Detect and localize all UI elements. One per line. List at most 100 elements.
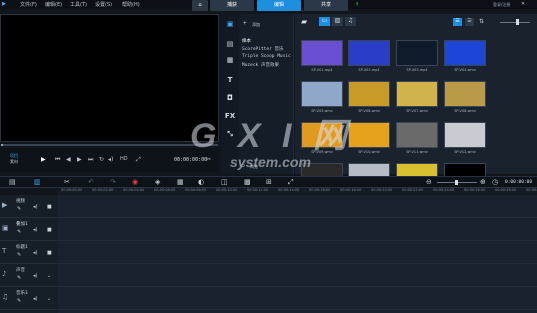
ruler-tick-label: 00:00:28:00 (495, 188, 517, 192)
thumbnail-view-icon[interactable]: ☰ (453, 18, 462, 26)
skip-end-icon[interactable]: ⏭ (88, 156, 93, 164)
pen-icon[interactable]: ✎ (17, 252, 21, 258)
close-icon[interactable]: ✕ (521, 1, 525, 7)
step-back-icon[interactable]: ◀ (66, 156, 71, 163)
undo-icon[interactable]: ↶ (88, 178, 94, 186)
sort-icon[interactable]: ⇅ (479, 18, 484, 25)
step-forward-icon[interactable]: ▶ (77, 156, 82, 163)
mute-icon[interactable]: ◂) (33, 273, 37, 279)
play-icon[interactable]: ▶ (41, 156, 46, 163)
menu-file[interactable]: 文件(F) (20, 1, 37, 8)
thumbnail-label: SP-V08.wmv (454, 109, 476, 113)
title-track-icon: T (2, 247, 7, 255)
media-thumbnail[interactable] (396, 122, 438, 148)
transition-icon[interactable]: ▦ (223, 56, 237, 66)
lock-icon[interactable]: ■ (47, 250, 52, 256)
timeline-duration: 0:00:00:00 (505, 180, 533, 185)
ruler-tick-label: 00:00:30:00 (526, 188, 537, 192)
tab-edit[interactable]: 编辑 (257, 0, 301, 11)
pen-icon[interactable]: ✎ (17, 275, 21, 281)
slider-handle[interactable] (516, 19, 519, 25)
sound-mixer-icon[interactable]: ◈ (155, 178, 160, 186)
preview-scrubber[interactable] (1, 144, 218, 146)
show-audio-icon[interactable]: ♫ (345, 17, 356, 26)
menu-help[interactable]: 帮助(H) (122, 1, 140, 8)
folder-item-triple-scoop[interactable]: Triple Scoop Music (242, 54, 291, 59)
media-thumbnail[interactable] (444, 40, 486, 66)
zoom-out-icon[interactable]: ⊖ (426, 178, 432, 186)
add-folder-label[interactable]: 添加 (252, 22, 260, 28)
pen-icon[interactable]: ✎ (17, 298, 21, 304)
speed-icon[interactable]: ⊞ (266, 178, 272, 186)
menu-edit[interactable]: 编辑(E) (45, 1, 62, 8)
menu-settings[interactable]: 设置(S) (95, 1, 112, 8)
ruler-tick-label: 00:00:12:00 (247, 188, 269, 192)
fit-project-icon[interactable]: ⤢ (288, 178, 294, 187)
hd-toggle[interactable]: HD (120, 156, 128, 162)
chevron-down-icon[interactable]: ⌄ (47, 273, 51, 279)
media-thumbnail[interactable] (348, 81, 390, 107)
account-status[interactable]: 登录/注册 (493, 2, 510, 8)
pen-icon[interactable]: ✎ (17, 206, 21, 212)
mute-icon[interactable]: ◂) (33, 296, 37, 302)
media-thumbnail[interactable] (301, 40, 343, 66)
thumbnail-size-slider[interactable] (500, 22, 530, 23)
subtitle-editor-icon[interactable]: ◫ (221, 178, 228, 186)
volume-icon[interactable]: ◂) (108, 156, 113, 163)
tab-share[interactable]: 共享 (304, 0, 348, 11)
track-row (0, 218, 537, 241)
instant-project-icon[interactable]: ▤ (223, 40, 237, 50)
pen-icon[interactable]: ✎ (17, 229, 21, 235)
media-thumbnail[interactable] (301, 81, 343, 107)
add-folder-icon[interactable]: + (243, 20, 247, 27)
clip-mode-label[interactable]: 素材 (10, 159, 18, 165)
show-videos-icon[interactable]: ▭ (319, 17, 330, 26)
redo-icon[interactable]: ↷ (110, 178, 116, 186)
mute-icon[interactable]: ◂) (33, 250, 37, 256)
folder-item-samples[interactable]: 样本 (242, 38, 251, 44)
mute-icon[interactable]: ◂) (33, 204, 37, 210)
thumbnail-label: SP-V11.wmv (406, 150, 428, 154)
lock-icon[interactable]: ■ (47, 227, 52, 233)
title-icon[interactable]: T (223, 76, 237, 86)
enlarge-icon[interactable]: ⤢ (136, 156, 141, 164)
app-logo-icon: ▶ (2, 1, 6, 7)
import-folder-icon[interactable]: ▰ (301, 17, 307, 26)
multi-camera-icon[interactable]: ▩ (244, 178, 251, 186)
media-thumbnail[interactable] (444, 122, 486, 148)
media-thumbnail[interactable] (396, 81, 438, 107)
scrubber-handle[interactable] (1, 144, 3, 146)
tab-capture[interactable]: 捕获 (210, 0, 254, 11)
mute-icon[interactable]: ◂) (33, 227, 37, 233)
upload-arrow-icon[interactable]: ↑ (352, 0, 362, 11)
storyboard-view-icon[interactable]: ▤ (9, 178, 16, 186)
timeline-view-icon[interactable]: ▥ (34, 178, 41, 186)
ruler-tick-label: 00:00:04:00 (123, 188, 145, 192)
graphics-icon[interactable]: ◘ (223, 94, 237, 104)
motion-tracking-icon[interactable]: ◐ (198, 178, 204, 186)
media-thumbnail[interactable] (396, 40, 438, 66)
show-photos-icon[interactable]: ▨ (332, 17, 343, 26)
thumbnail-label: SP-V02.mp4 (358, 68, 380, 72)
zoom-handle[interactable] (455, 180, 458, 185)
thumbnail-label: SP-V07.wmv (406, 109, 428, 113)
media-library-icon[interactable]: ▣ (223, 20, 237, 30)
repeat-icon[interactable]: ↻ (99, 156, 104, 163)
lock-icon[interactable]: ■ (47, 204, 52, 210)
tools-icon[interactable]: ✂ (64, 178, 70, 186)
chevron-down-icon[interactable]: ⌄ (47, 296, 51, 302)
folder-item-scorefitter[interactable]: ScorePitter 音乐 (242, 46, 284, 52)
home-icon[interactable]: ⌂ (192, 0, 208, 11)
media-thumbnail[interactable] (444, 81, 486, 107)
track-name: 标题1 (16, 245, 28, 250)
record-capture-icon[interactable]: ◉ (132, 178, 138, 186)
preview-window[interactable] (0, 14, 219, 142)
media-thumbnail[interactable] (348, 40, 390, 66)
menu-tools[interactable]: 工具(T) (70, 1, 87, 8)
fit-timeline-icon[interactable]: ◷ (492, 178, 498, 186)
zoom-in-icon[interactable]: ⊕ (480, 178, 486, 186)
folder-item-muzeck[interactable]: Muzeck 声音效果 (242, 62, 279, 68)
skip-start-icon[interactable]: ⏮ (55, 156, 60, 164)
auto-music-icon[interactable]: ▦ (177, 178, 184, 186)
list-view-icon[interactable]: ☰ (465, 18, 474, 26)
